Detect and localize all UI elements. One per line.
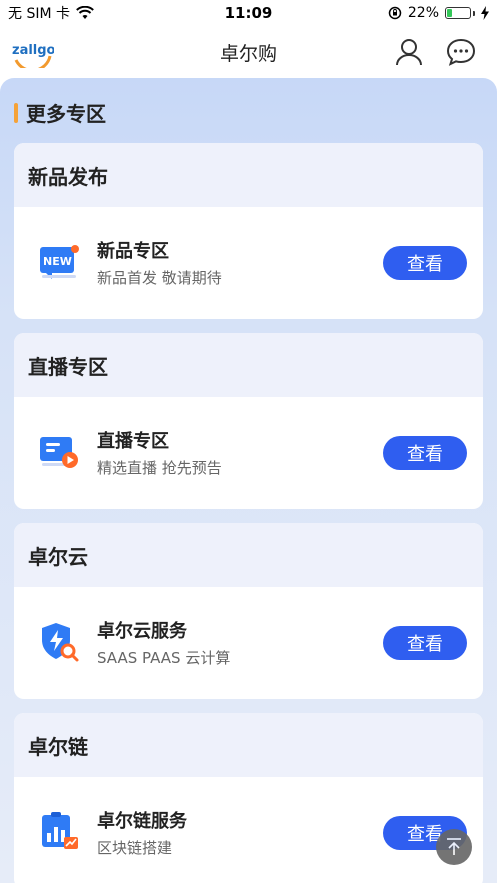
card-item[interactable]: 直播专区 精选直播 抢先预告 查看	[14, 397, 483, 509]
item-title: 卓尔链服务	[97, 811, 187, 832]
view-button[interactable]: 查看	[383, 246, 467, 280]
card-new-products: 新品发布 NEW 新品专区 新品首发 敬请期待 查看	[14, 143, 483, 319]
main-content[interactable]: 更多专区 新品发布 NEW 新品专区 新品首发 敬请期待 查看 直播专区 直播专…	[0, 78, 497, 883]
item-subtitle: 精选直播 抢先预告	[97, 459, 222, 477]
status-left: 无 SIM 卡	[8, 3, 94, 23]
card-header: 卓尔链	[14, 713, 483, 777]
cloud-shield-icon	[42, 623, 79, 662]
card-zall-cloud: 卓尔云 卓尔云服务 SAAS PAAS 云计算 查看	[14, 523, 483, 699]
live-video-icon	[40, 437, 78, 468]
card-live-streaming: 直播专区 直播专区 精选直播 抢先预告 查看	[14, 333, 483, 509]
item-title: 直播专区	[97, 431, 169, 452]
battery-percent: 22%	[407, 5, 439, 21]
nav-bar: zallgo 卓尔购	[0, 26, 497, 78]
view-button[interactable]: 查看	[383, 626, 467, 660]
item-title: 卓尔云服务	[97, 621, 187, 642]
card-header: 卓尔云	[14, 523, 483, 587]
card-item[interactable]: 卓尔云服务 SAAS PAAS 云计算 查看	[14, 587, 483, 699]
new-badge-icon: NEW	[40, 245, 79, 279]
arrow-up-icon	[447, 838, 461, 855]
item-subtitle: 区块链搭建	[97, 839, 173, 857]
message-icon[interactable]	[445, 36, 477, 68]
battery-icon	[445, 7, 475, 19]
nav-actions	[393, 36, 477, 68]
back-to-top-button[interactable]	[436, 829, 472, 865]
status-right: 22%	[388, 5, 489, 21]
page-title: 卓尔购	[219, 42, 277, 65]
view-button[interactable]: 查看	[383, 436, 467, 470]
wifi-icon	[76, 6, 94, 19]
section-accent-bar	[14, 102, 18, 123]
card-item[interactable]: NEW 新品专区 新品首发 敬请期待 查看	[14, 207, 483, 319]
chain-chart-icon	[42, 812, 78, 849]
svg-text:NEW: NEW	[43, 255, 72, 268]
zallgo-logo[interactable]: zallgo	[10, 34, 54, 68]
charging-bolt-icon	[481, 6, 489, 20]
user-icon[interactable]	[393, 36, 425, 68]
item-title: 新品专区	[97, 241, 169, 262]
section-title-label: 更多专区	[26, 102, 106, 126]
status-bar: 无 SIM 卡 11:09 22%	[0, 0, 497, 26]
card-zall-chain: 卓尔链 卓尔链服务 区块链搭建 查看	[14, 713, 483, 883]
svg-text:zallgo: zallgo	[12, 43, 54, 58]
carrier-label: 无 SIM 卡	[8, 6, 70, 22]
card-header: 直播专区	[14, 333, 483, 397]
section-heading: 更多专区	[14, 98, 106, 127]
item-subtitle: 新品首发 敬请期待	[97, 269, 222, 287]
card-header: 新品发布	[14, 143, 483, 207]
orientation-lock-icon	[388, 6, 402, 20]
card-item[interactable]: 卓尔链服务 区块链搭建 查看	[14, 777, 483, 883]
item-subtitle: SAAS PAAS 云计算	[97, 649, 231, 667]
